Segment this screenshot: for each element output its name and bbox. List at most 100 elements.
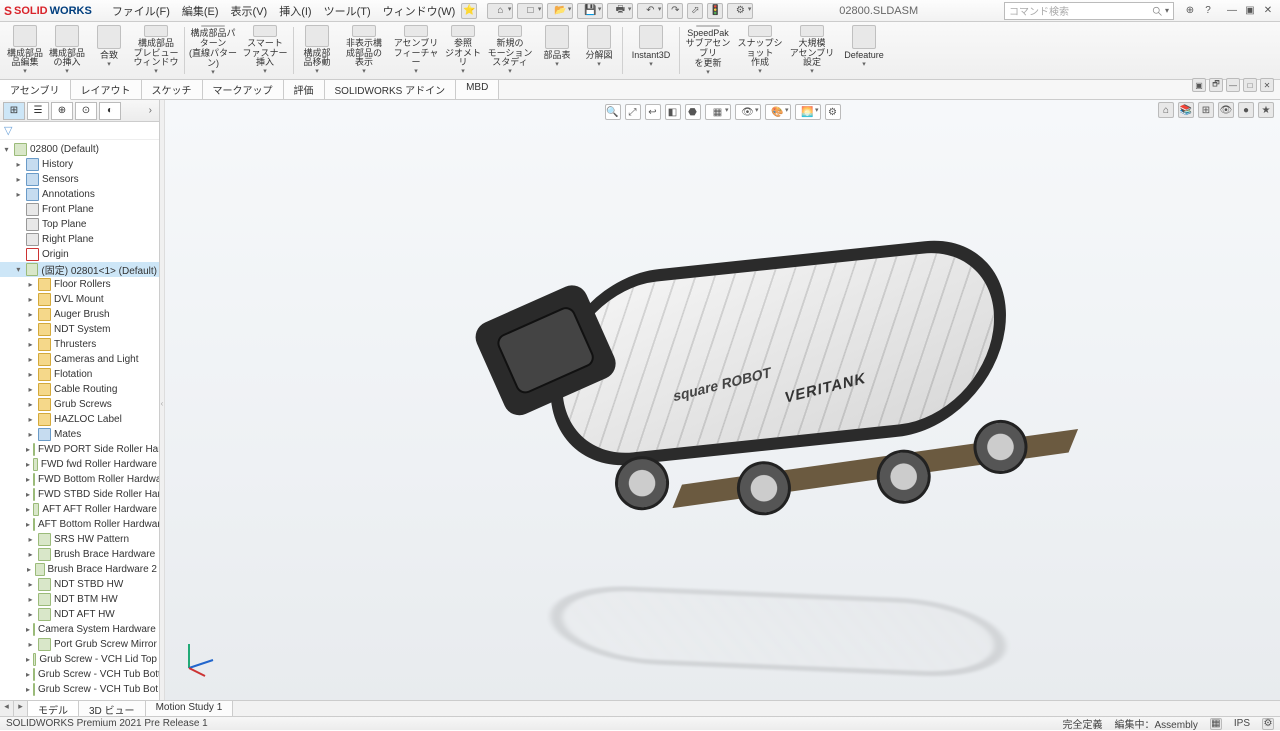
task-pane-view-icon[interactable]: 👁 — [1218, 102, 1234, 118]
task-pane-design-icon[interactable]: ⊞ — [1198, 102, 1214, 118]
tree-item-30[interactable]: ▸NDT AFT HW — [0, 607, 159, 622]
tree-root[interactable]: ▾02800 (Default) — [0, 142, 159, 157]
save-icon[interactable]: 💾 — [577, 3, 603, 19]
minimize-icon[interactable]: — — [1224, 3, 1240, 19]
tree-item-34[interactable]: ▸Grub Screw - VCH Tub Bottom — [0, 667, 159, 682]
tree-item-13[interactable]: ▸Cameras and Light — [0, 352, 159, 367]
expand-panel-icon[interactable]: › — [145, 105, 156, 116]
tree-item-29[interactable]: ▸NDT BTM HW — [0, 592, 159, 607]
menu-ファイル[interactable]: ファイル(F) — [106, 0, 176, 22]
edit-appearance-icon[interactable]: 🎨 — [765, 104, 791, 120]
status-unit-icon[interactable]: ▦ — [1210, 718, 1222, 730]
apply-scene-icon[interactable]: 🌅 — [795, 104, 821, 120]
display-style-icon[interactable]: ▦ — [705, 104, 731, 120]
ribbon-btn-11[interactable]: 部品表▾ — [536, 23, 578, 78]
ribbon-btn-14[interactable]: SpeedPak サブアセンブリ を更新▾ — [682, 23, 734, 78]
doc-minimize-icon[interactable]: — — [1226, 78, 1240, 92]
ribbon-btn-0[interactable]: 構成部品 品編集▾ — [4, 23, 46, 78]
doc-restore-icon[interactable]: 🗗 — [1209, 78, 1223, 92]
cmd-tab-2[interactable]: スケッチ — [142, 80, 203, 99]
status-settings-icon[interactable]: ⚙ — [1262, 718, 1274, 730]
menu-ウィンドウ[interactable]: ウィンドウ(W) — [377, 0, 462, 22]
tree-item-7[interactable]: ▾(固定) 02801<1> (Default) — [0, 262, 159, 277]
doc-maximize-icon[interactable]: □ — [1243, 78, 1257, 92]
tree-item-23[interactable]: ▸AFT AFT Roller Hardware — [0, 502, 159, 517]
display-manager-tab[interactable]: ◐ — [99, 102, 121, 120]
ribbon-btn-13[interactable]: Instant3D▾ — [625, 23, 677, 78]
tree-item-6[interactable]: Origin — [0, 247, 159, 262]
tree-item-15[interactable]: ▸Cable Routing — [0, 382, 159, 397]
tree-item-32[interactable]: ▸Port Grub Screw Mirror — [0, 637, 159, 652]
options-icon[interactable]: ⚙ — [727, 3, 753, 19]
dimxpert-manager-tab[interactable]: ⊙ — [75, 102, 97, 120]
graphics-viewport[interactable]: 🔍 ⤢ ↩ ◧ ⬣ ▦ 👁 🎨 🌅 ⚙ ⌂ 📚 ⊞ 👁 ● ★ — [165, 100, 1280, 706]
rebuild-icon[interactable]: 🚦 — [707, 3, 723, 19]
open-icon[interactable]: 📂 — [547, 3, 573, 19]
task-pane-home-icon[interactable]: ⌂ — [1158, 102, 1174, 118]
cmd-tab-4[interactable]: 評価 — [284, 80, 325, 99]
tree-item-16[interactable]: ▸Grub Screws — [0, 397, 159, 412]
select-icon[interactable]: ⬀ — [687, 3, 703, 19]
tree-item-0[interactable]: ▸History — [0, 157, 159, 172]
menu-表示[interactable]: 表示(V) — [225, 0, 274, 22]
ribbon-btn-3[interactable]: 構成部品 プレビュー ウィンドウ▾ — [130, 23, 182, 78]
feature-tree[interactable]: ▾02800 (Default)▸History▸Sensors▸Annotat… — [0, 140, 159, 706]
doc-tile-icon[interactable]: ▣ — [1192, 78, 1206, 92]
task-pane-resources-icon[interactable]: 📚 — [1178, 102, 1194, 118]
doc-close-icon[interactable]: ✕ — [1260, 78, 1274, 92]
ribbon-btn-10[interactable]: 新規の モーション スタディ▾ — [484, 23, 536, 78]
tree-item-1[interactable]: ▸Sensors — [0, 172, 159, 187]
tree-item-2[interactable]: ▸Annotations — [0, 187, 159, 202]
tree-item-10[interactable]: ▸Auger Brush — [0, 307, 159, 322]
help-icon[interactable]: ? — [1200, 3, 1216, 19]
tree-item-17[interactable]: ▸HAZLOC Label — [0, 412, 159, 427]
tree-item-19[interactable]: ▸FWD PORT Side Roller Hardware — [0, 442, 159, 457]
new-icon[interactable]: □ — [517, 3, 543, 19]
task-pane-custom-icon[interactable]: ★ — [1258, 102, 1274, 118]
configuration-manager-tab[interactable]: ⊕ — [51, 102, 73, 120]
ribbon-btn-7[interactable]: 非表示構 成部品の 表示▾ — [338, 23, 390, 78]
ribbon-btn-6[interactable]: 構成部 品移動▾ — [296, 23, 338, 78]
tree-item-28[interactable]: ▸NDT STBD HW — [0, 577, 159, 592]
cmd-tab-6[interactable]: MBD — [456, 80, 499, 99]
tree-item-9[interactable]: ▸DVL Mount — [0, 292, 159, 307]
zoom-area-icon[interactable]: ⤢ — [625, 104, 641, 120]
orientation-triad[interactable] — [179, 638, 219, 678]
tree-item-4[interactable]: Top Plane — [0, 217, 159, 232]
tree-item-27[interactable]: ▸Brush Brace Hardware 2 — [0, 562, 159, 577]
ribbon-btn-16[interactable]: 大規模 アセンブリ 設定▾ — [786, 23, 838, 78]
menu-ツール[interactable]: ツール(T) — [318, 0, 377, 22]
previous-view-icon[interactable]: ↩ — [645, 104, 661, 120]
ribbon-btn-8[interactable]: アセンブリ フィーチャー▾ — [390, 23, 442, 78]
feature-manager-tab[interactable]: ⊞ — [3, 102, 25, 120]
ribbon-btn-4[interactable]: 構成部品パターン (直線パターン)▾ — [187, 23, 239, 78]
view-orientation-icon[interactable]: ⬣ — [685, 104, 701, 120]
task-pane-appearance-icon[interactable]: ● — [1238, 102, 1254, 118]
undo-icon[interactable]: ↶ — [637, 3, 663, 19]
menu-編集[interactable]: 編集(E) — [176, 0, 225, 22]
web-help-icon[interactable]: ⊕ — [1182, 3, 1198, 19]
tree-item-8[interactable]: ▸Floor Rollers — [0, 277, 159, 292]
tree-item-35[interactable]: ▸Grub Screw - VCH Tub Bot - Le — [0, 682, 159, 697]
zoom-fit-icon[interactable]: 🔍 — [605, 104, 621, 120]
tree-item-20[interactable]: ▸FWD fwd Roller Hardware — [0, 457, 159, 472]
ribbon-btn-5[interactable]: スマート ファスナー 挿入▾ — [239, 23, 291, 78]
property-manager-tab[interactable]: ☰ — [27, 102, 49, 120]
view-settings-icon[interactable]: ⚙ — [825, 104, 841, 120]
tree-item-21[interactable]: ▸FWD Bottom Roller Hardware — [0, 472, 159, 487]
tree-item-26[interactable]: ▸Brush Brace Hardware — [0, 547, 159, 562]
tree-item-11[interactable]: ▸NDT System — [0, 322, 159, 337]
menu-overflow-icon[interactable]: ⭐ — [461, 3, 477, 19]
model-3d[interactable]: square ROBOT VERITANK — [383, 183, 1063, 599]
ribbon-btn-2[interactable]: 合致▾ — [88, 23, 130, 78]
ribbon-btn-15[interactable]: スナップショット 作成▾ — [734, 23, 786, 78]
ribbon-btn-9[interactable]: 参照 ジオメトリ▾ — [442, 23, 484, 78]
tree-item-12[interactable]: ▸Thrusters — [0, 337, 159, 352]
ribbon-btn-12[interactable]: 分解図▾ — [578, 23, 620, 78]
cmd-tab-0[interactable]: アセンブリ — [0, 80, 71, 100]
maximize-icon[interactable]: ▣ — [1242, 3, 1258, 19]
tree-item-31[interactable]: ▸Camera System Hardware Patte — [0, 622, 159, 637]
close-icon[interactable]: ✕ — [1260, 3, 1276, 19]
tree-filter[interactable]: ▽ — [0, 122, 159, 140]
tree-item-5[interactable]: Right Plane — [0, 232, 159, 247]
